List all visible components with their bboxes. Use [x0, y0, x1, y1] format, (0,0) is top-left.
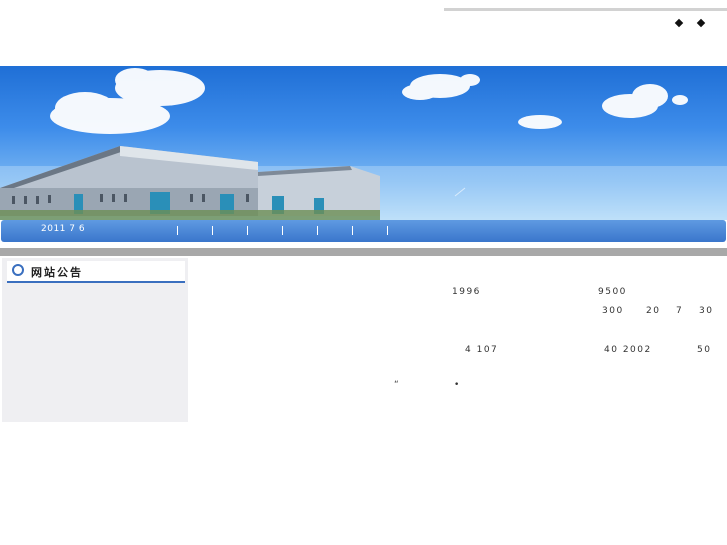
content-number: 9500: [598, 287, 627, 297]
nav-separator: [212, 226, 213, 235]
content-number: 300: [602, 306, 624, 316]
content-quote-mark: “: [394, 380, 399, 390]
content-number: 50: [697, 345, 712, 355]
content-number: 40 2002: [604, 345, 652, 355]
current-date: 2011 7 6: [41, 224, 86, 234]
bullet-link-1[interactable]: [674, 18, 684, 28]
content-number: 30: [699, 306, 714, 316]
nav-separator: [387, 226, 388, 235]
announcement-header: 网站公告: [7, 261, 185, 283]
nav-separator: [247, 226, 248, 235]
content-number: 4 107: [465, 345, 499, 355]
top-divider-line: [444, 8, 727, 11]
nav-separator: [317, 226, 318, 235]
nav-separator: [282, 226, 283, 235]
announcement-title: 网站公告: [31, 266, 83, 279]
nav-separator: [352, 226, 353, 235]
content-number: 20: [646, 306, 661, 316]
top-bullet-links: [672, 18, 712, 32]
header-banner: [0, 66, 727, 220]
content-number: 1996: [452, 287, 481, 297]
nav-separator: [177, 226, 178, 235]
main-navigation-bar: 2011 7 6: [1, 220, 726, 242]
content-number: 7: [676, 306, 684, 316]
content-dot-mark: •: [454, 380, 460, 390]
announcement-panel: 网站公告: [2, 258, 188, 422]
circle-bullet-icon: [12, 264, 24, 276]
bullet-link-2[interactable]: [696, 18, 706, 28]
section-divider-bar: [0, 248, 727, 256]
factory-banner-illustration: [0, 68, 727, 220]
